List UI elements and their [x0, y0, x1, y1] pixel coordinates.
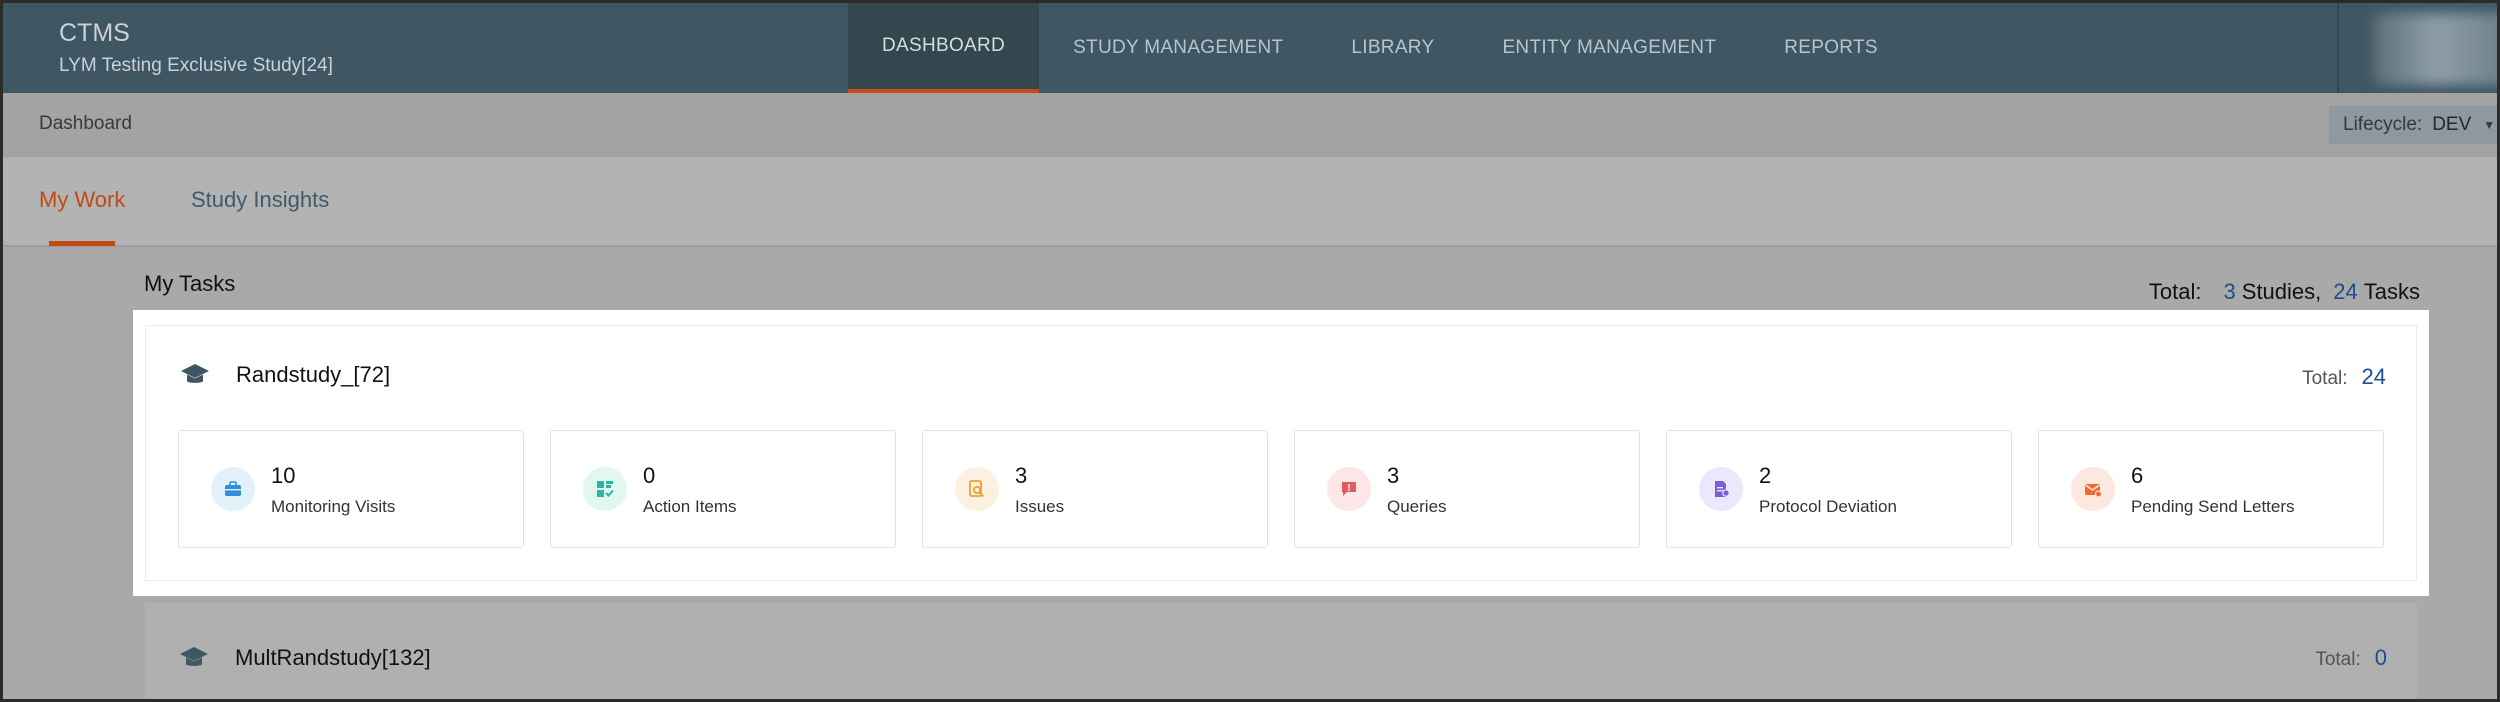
tile-label: Action Items — [643, 497, 737, 516]
studies-count: 3 — [2223, 279, 2236, 304]
tab-bar: My Work Study Insights — [3, 157, 2497, 247]
study-total-label: Total: — [2315, 649, 2361, 670]
tile-issues[interactable]: 3 Issues — [922, 430, 1268, 548]
tile-count: 6 — [2131, 463, 2144, 488]
nav-entity-management[interactable]: ENTITY MANAGEMENT — [1468, 3, 1750, 93]
tile-action-items[interactable]: 0 Action Items — [550, 430, 896, 548]
study-header: MultRandstudy[132] — [179, 643, 431, 673]
app-window: CTMS LYM Testing Exclusive Study[24] DAS… — [0, 0, 2500, 702]
tab-my-work[interactable]: My Work — [39, 187, 125, 213]
tasks-totals: Total: 3 Studies, 24 Tasks — [2149, 279, 2420, 305]
user-avatar[interactable] — [2373, 13, 2497, 85]
study-total-label: Total: — [2302, 368, 2348, 389]
main-nav: DASHBOARD STUDY MANAGEMENT LIBRARY ENTIT… — [848, 3, 1912, 93]
breadcrumb[interactable]: Dashboard — [39, 113, 132, 135]
tile-label: Issues — [1015, 497, 1065, 516]
nav-dashboard[interactable]: DASHBOARD — [848, 3, 1040, 93]
tile-label: Protocol Deviation — [1759, 497, 1897, 516]
tile-monitoring-visits[interactable]: 10 Monitoring Visits — [178, 430, 524, 548]
app-name: CTMS — [59, 19, 130, 47]
action-items-icon — [583, 467, 627, 511]
lifecycle-select[interactable]: Lifecycle: DEV ▼ — [2329, 106, 2497, 144]
sub-bar: Dashboard Lifecycle: DEV ▼ — [3, 93, 2497, 157]
study-total: Total: 0 — [2315, 645, 2387, 671]
current-study-name[interactable]: LYM Testing Exclusive Study[24] — [59, 55, 333, 77]
study-total-value: 0 — [2374, 645, 2387, 670]
tile-label: Pending Send Letters — [2131, 497, 2295, 516]
tile-count: 10 — [271, 463, 296, 488]
tile-count: 2 — [1759, 463, 1772, 488]
tile-label: Queries — [1387, 497, 1447, 516]
lifecycle-value: DEV — [2432, 114, 2472, 135]
tab-study-insights[interactable]: Study Insights — [191, 187, 329, 213]
study-total: Total: 24 — [2302, 364, 2386, 390]
tile-count: 0 — [643, 463, 656, 488]
my-tasks-title: My Tasks — [144, 271, 236, 296]
totals-label: Total: — [2148, 279, 2202, 304]
tile-protocol-deviation[interactable]: 2 Protocol Deviation — [1666, 430, 2012, 548]
graduation-cap-icon — [180, 360, 210, 390]
nav-reports[interactable]: REPORTS — [1750, 3, 1912, 93]
nav-study-management[interactable]: STUDY MANAGEMENT — [1039, 3, 1317, 93]
issues-icon — [955, 467, 999, 511]
study-card-randstudy: Randstudy_[72] Total: 24 10 Monitoring V… — [145, 325, 2417, 581]
task-tiles: 10 Monitoring Visits 0 Action Items 3 Is… — [178, 430, 2384, 548]
studies-word: Studies, — [2241, 279, 2322, 304]
top-bar: CTMS LYM Testing Exclusive Study[24] DAS… — [3, 3, 2497, 93]
active-tab-indicator — [49, 241, 115, 246]
nav-library[interactable]: LIBRARY — [1317, 3, 1468, 93]
queries-icon — [1327, 467, 1371, 511]
nav-divider — [2337, 3, 2339, 93]
study-total-value: 24 — [2361, 364, 2386, 389]
study-name[interactable]: Randstudy_[72] — [236, 362, 390, 388]
letter-icon — [2071, 467, 2115, 511]
tasks-word: Tasks — [2363, 279, 2420, 304]
protocol-deviation-icon — [1699, 467, 1743, 511]
tile-count: 3 — [1015, 463, 1028, 488]
tile-pending-send-letters[interactable]: 6 Pending Send Letters — [2038, 430, 2384, 548]
graduation-cap-icon — [179, 643, 209, 673]
study-header: Randstudy_[72] — [180, 360, 390, 390]
study-card-multrandstudy: MultRandstudy[132] Total: 0 — [145, 603, 2417, 699]
study-name[interactable]: MultRandstudy[132] — [235, 645, 431, 671]
tile-count: 3 — [1387, 463, 1400, 488]
tasks-count: 24 — [2333, 279, 2358, 304]
chevron-down-icon: ▼ — [2483, 118, 2496, 132]
tile-label: Monitoring Visits — [271, 497, 396, 516]
lifecycle-label: Lifecycle: — [2343, 114, 2423, 135]
tile-queries[interactable]: 3 Queries — [1294, 430, 1640, 548]
briefcase-icon — [211, 467, 255, 511]
